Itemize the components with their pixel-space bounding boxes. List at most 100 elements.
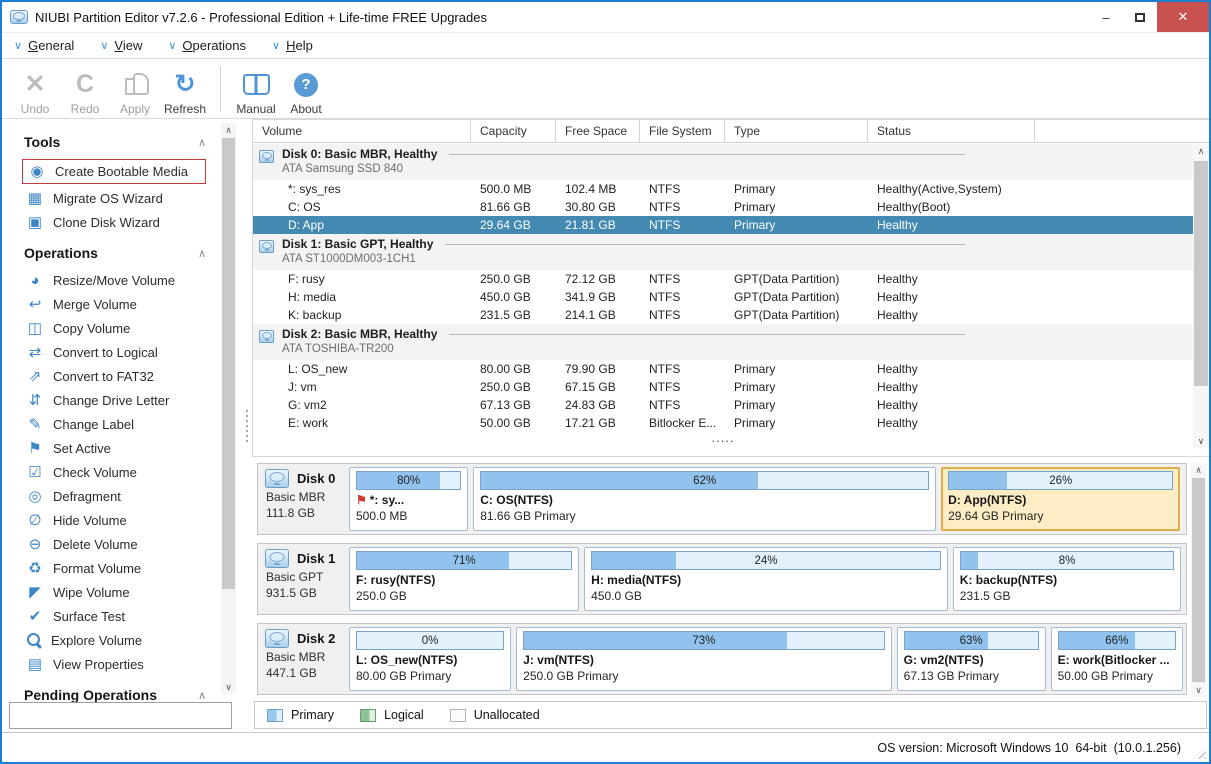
partition-label-text: H: media(NTFS) (591, 573, 681, 587)
scrollbar-thumb[interactable] (222, 138, 235, 589)
scroll-down-icon[interactable]: ∨ (1191, 683, 1206, 697)
usage-percent: 26% (949, 472, 1172, 489)
partition-block-j-vm-ntfs[interactable]: 73%J: vm(NTFS)250.0 GB Primary (516, 627, 891, 691)
disk-panel-label[interactable]: Disk 0Basic MBR111.8 GB (261, 467, 349, 531)
table-header: VolumeCapacityFree SpaceFile SystemTypeS… (253, 120, 1209, 143)
disk-panel-label[interactable]: Disk 1Basic GPT931.5 GB (261, 547, 349, 611)
sidebar-item-merge-volume[interactable]: ↩Merge Volume (2, 292, 222, 316)
table-row-j-vm[interactable]: J: vm250.0 GB67.15 GBNTFSPrimaryHealthy (253, 378, 1193, 396)
partition-block-h-media-ntfs[interactable]: 24%H: media(NTFS)450.0 GB (584, 547, 948, 611)
sidebar-splitter[interactable] (242, 119, 252, 732)
disk-group-row[interactable]: Disk 2: Basic MBR, HealthyATA TOSHIBA-TR… (253, 324, 1193, 360)
disk-panel-label[interactable]: Disk 2Basic MBR447.1 GB (261, 627, 349, 691)
sidebar-item-explore-volume[interactable]: Explore Volume (2, 628, 222, 652)
column-header-volume[interactable]: Volume (253, 120, 471, 142)
partition-block-f-rusy-ntfs[interactable]: 71%F: rusy(NTFS)250.0 GB (349, 547, 579, 611)
partition-block-d-app-ntfs[interactable]: 26%D: App(NTFS)29.64 GB Primary (941, 467, 1180, 531)
table-row-l-os-new[interactable]: L: OS_new80.00 GB79.90 GBNTFSPrimaryHeal… (253, 360, 1193, 378)
usage-percent: 0% (357, 632, 503, 649)
sidebar-item-defragment[interactable]: ◎Defragment (2, 484, 222, 508)
table-row-k-backup[interactable]: K: backup231.5 GB214.1 GBNTFSGPT(Data Pa… (253, 306, 1193, 324)
section-header-tools[interactable]: Tools∧ (2, 123, 222, 157)
sidebar-item-create-bootable-media[interactable]: ◉Create Bootable Media (22, 159, 206, 184)
scroll-down-icon[interactable]: ∨ (221, 680, 236, 694)
sidebar-item-label: Set Active (53, 441, 111, 456)
sidebar-item-clone-disk-wizard[interactable]: ▣Clone Disk Wizard (2, 210, 222, 234)
partition-label: F: rusy(NTFS) (356, 573, 572, 587)
maximize-button[interactable] (1123, 2, 1157, 32)
sidebar-item-hide-volume[interactable]: ∅Hide Volume (2, 508, 222, 532)
manual-button[interactable]: Manual (231, 62, 281, 116)
refresh-button[interactable]: ↻Refresh (160, 62, 210, 116)
scrollbar-thumb[interactable] (1192, 478, 1205, 682)
cell-type: GPT(Data Partition) (725, 270, 868, 288)
menu-operations[interactable]: ∨Operations (168, 38, 246, 53)
scroll-up-icon[interactable]: ∧ (221, 123, 236, 137)
usage-percent: 71% (357, 552, 571, 569)
partition-block-e-work-bitlocker[interactable]: 66%E: work(Bitlocker ...50.00 GB Primary (1051, 627, 1183, 691)
table-scrollbar[interactable]: ∧ ∨ (1193, 144, 1209, 448)
sidebar-item-surface-test[interactable]: ✔Surface Test (2, 604, 222, 628)
column-header-status[interactable]: Status (868, 120, 1035, 142)
column-header-spacer[interactable] (1035, 120, 1193, 142)
section-title: Pending Operations (24, 687, 157, 703)
table-splitter-handle[interactable]: ..... (253, 432, 1193, 444)
sidebar-item-convert-to-fat32[interactable]: ⇗Convert to FAT32 (2, 364, 222, 388)
sidebar-item-convert-to-logical[interactable]: ⇄Convert to Logical (2, 340, 222, 364)
minimize-button[interactable]: – (1089, 2, 1123, 32)
disk-group-row[interactable]: Disk 1: Basic GPT, HealthyATA ST1000DM00… (253, 234, 1193, 270)
sidebar-item-delete-volume[interactable]: ⊖Delete Volume (2, 532, 222, 556)
sidebar-item-label: View Properties (53, 657, 144, 672)
partition-block-k-backup-ntfs[interactable]: 8%K: backup(NTFS)231.5 GB (953, 547, 1182, 611)
column-header-free-space[interactable]: Free Space (556, 120, 640, 142)
table-row-f-rusy[interactable]: F: rusy250.0 GB72.12 GBNTFSGPT(Data Part… (253, 270, 1193, 288)
partition-block-sy[interactable]: 80%⚑*: sy...500.0 MB (349, 467, 468, 531)
sidebar-item-set-active[interactable]: ⚑Set Active (2, 436, 222, 460)
sidebar-item-check-volume[interactable]: ☑Check Volume (2, 460, 222, 484)
close-button[interactable]: ✕ (1157, 2, 1209, 32)
cell-fs: NTFS (640, 378, 725, 396)
scrollbar-thumb[interactable] (1194, 161, 1208, 386)
table-row-sys-res[interactable]: *: sys_res500.0 MB102.4 MBNTFSPrimaryHea… (253, 180, 1193, 198)
cell-capacity: 50.00 GB (471, 414, 556, 432)
sidebar-item-wipe-volume[interactable]: ◤Wipe Volume (2, 580, 222, 604)
sidebar-item-view-properties[interactable]: ▤View Properties (2, 652, 222, 676)
redo-button[interactable]: CRedo (60, 62, 110, 116)
disk-map-scrollbar[interactable]: ∧ ∨ (1191, 463, 1206, 697)
partition-label-text: D: App(NTFS) (948, 493, 1026, 507)
table-row-c-os[interactable]: C: OS81.66 GB30.80 GBNTFSPrimaryHealthy(… (253, 198, 1193, 216)
disk-group-row[interactable]: Disk 0: Basic MBR, HealthyATA Samsung SS… (253, 144, 1193, 180)
column-header-type[interactable]: Type (725, 120, 868, 142)
sidebar-item-resize-move-volume[interactable]: ◕Resize/Move Volume (2, 268, 222, 292)
resize-grip-icon[interactable] (1193, 746, 1206, 759)
sidebar-item-copy-volume[interactable]: ◫Copy Volume (2, 316, 222, 340)
partition-block-l-os-new-ntfs[interactable]: 0%L: OS_new(NTFS)80.00 GB Primary (349, 627, 511, 691)
about-button[interactable]: ?About (281, 62, 331, 116)
table-row-g-vm2[interactable]: G: vm267.13 GB24.83 GBNTFSPrimaryHealthy (253, 396, 1193, 414)
sidebar-item-migrate-os-wizard[interactable]: ▦Migrate OS Wizard (2, 186, 222, 210)
scroll-up-icon[interactable]: ∧ (1191, 463, 1206, 477)
cell-free: 17.21 GB (556, 414, 640, 432)
undo-button[interactable]: ✕Undo (10, 62, 60, 116)
partition-block-g-vm2-ntfs[interactable]: 63%G: vm2(NTFS)67.13 GB Primary (897, 627, 1046, 691)
tool-label: Manual (236, 102, 275, 116)
sidebar-item-change-label[interactable]: ✎Change Label (2, 412, 222, 436)
tool-icon-wrap (243, 69, 270, 101)
section-header-operations[interactable]: Operations∧ (2, 234, 222, 268)
table-row-h-media[interactable]: H: media450.0 GB341.9 GBNTFSGPT(Data Par… (253, 288, 1193, 306)
apply-button[interactable]: Apply (110, 62, 160, 116)
menu-general[interactable]: ∨General (14, 38, 74, 53)
scroll-up-icon[interactable]: ∧ (1193, 144, 1209, 158)
table-row-d-app[interactable]: D: App29.64 GB21.81 GBNTFSPrimaryHealthy (253, 216, 1193, 234)
column-header-file-system[interactable]: File System (640, 120, 725, 142)
group-divider-line (445, 244, 965, 245)
sidebar-scrollbar[interactable]: ∧ ∨ (221, 123, 236, 694)
column-header-capacity[interactable]: Capacity (471, 120, 556, 142)
partition-label-text: J: vm(NTFS) (523, 653, 594, 667)
partition-block-c-os-ntfs[interactable]: 62%C: OS(NTFS)81.66 GB Primary (473, 467, 936, 531)
menu-help[interactable]: ∨Help (272, 38, 313, 53)
scroll-down-icon[interactable]: ∨ (1193, 434, 1209, 448)
sidebar-item-change-drive-letter[interactable]: ⇵Change Drive Letter (2, 388, 222, 412)
sidebar-item-format-volume[interactable]: ♻Format Volume (2, 556, 222, 580)
menu-view[interactable]: ∨View (100, 38, 142, 53)
